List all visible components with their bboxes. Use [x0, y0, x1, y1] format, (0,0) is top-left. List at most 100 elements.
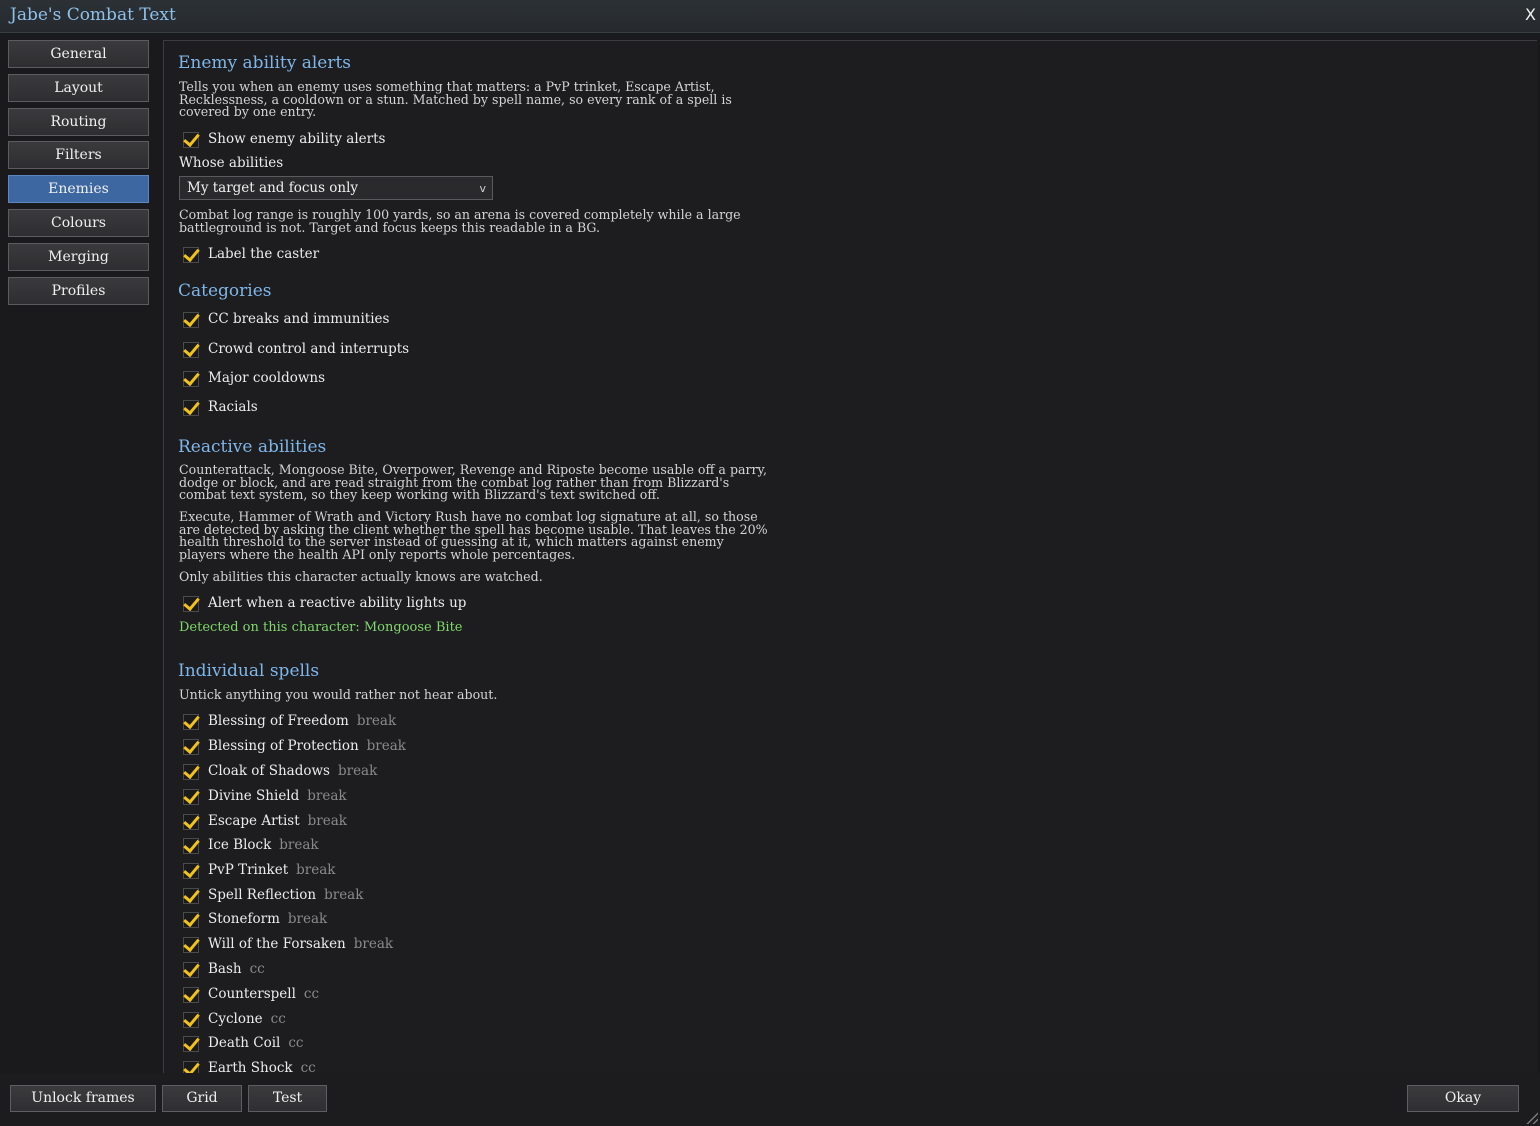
section-heading-categories: Categories — [178, 281, 272, 301]
checkbox[interactable] — [183, 593, 200, 612]
check-icon — [183, 909, 200, 928]
checkbox[interactable] — [183, 368, 200, 387]
section-heading-individual: Individual spells — [178, 661, 320, 681]
spell-name: Ice Block — [208, 837, 272, 853]
checkbox[interactable] — [183, 711, 200, 730]
checkbox-label: CC breaks and immunities — [208, 311, 390, 327]
spell-tag: break — [296, 862, 336, 878]
check-icon — [183, 786, 200, 805]
check-icon — [183, 244, 200, 263]
checkbox[interactable] — [183, 309, 200, 328]
spell-tag: break — [356, 713, 397, 729]
checkbox[interactable] — [183, 1033, 200, 1052]
checkbox-label: Crowd control and interrupts — [208, 341, 410, 357]
checkbox[interactable] — [183, 934, 200, 953]
checkbox[interactable] — [183, 984, 200, 1003]
whose-abilities-dropdown[interactable]: My target and focus only v — [179, 176, 493, 200]
check-icon — [183, 736, 200, 755]
spell-name: Divine Shield — [208, 788, 300, 804]
spell-tag: cc — [270, 1011, 286, 1027]
spell-name: Stoneform — [208, 911, 280, 927]
spell-tag: break — [287, 911, 328, 927]
sidebar-item-merging[interactable]: Merging — [8, 243, 149, 271]
check-icon — [183, 397, 200, 416]
checkbox[interactable] — [183, 244, 200, 263]
spell-tag: break — [353, 936, 394, 952]
check-icon — [183, 835, 200, 854]
spell-tag: cc — [288, 1035, 304, 1051]
sidebar-item-enemies[interactable]: Enemies — [8, 175, 149, 203]
spell-tag: break — [337, 763, 378, 779]
spell-tag: break — [307, 788, 347, 804]
reactive-para-2: Execute, Hammer of Wrath and Victory Rus… — [179, 509, 768, 562]
whose-abilities-label: Whose abilities — [179, 155, 284, 171]
grid-button[interactable]: Grid — [162, 1085, 242, 1112]
checkbox[interactable] — [183, 811, 200, 830]
sidebar: General Layout Routing Filters Enemies C… — [0, 33, 160, 1073]
checkbox[interactable] — [183, 959, 200, 978]
check-icon — [183, 934, 200, 953]
spell-name: Blessing of Protection — [208, 738, 359, 754]
checkbox[interactable] — [183, 885, 200, 904]
check-icon — [183, 860, 200, 879]
spell-name: Will of the Forsaken — [208, 936, 346, 952]
check-icon — [183, 1033, 200, 1052]
reactive-para-3: Only abilities this character actually k… — [179, 569, 543, 584]
spell-name: Spell Reflection — [208, 887, 317, 903]
checkbox-label: Major cooldowns — [208, 370, 326, 386]
checkbox-label: Alert when a reactive ability lights up — [208, 595, 467, 611]
checkbox-label: Show enemy ability alerts — [208, 131, 386, 147]
check-icon — [183, 711, 200, 730]
spell-name: Death Coil — [208, 1035, 281, 1051]
spell-name: Cyclone — [208, 1011, 263, 1027]
okay-button[interactable]: Okay — [1407, 1085, 1519, 1112]
spell-tag: break — [307, 813, 347, 829]
check-icon — [183, 309, 200, 328]
check-icon — [183, 811, 200, 830]
check-icon — [183, 885, 200, 904]
range-note: Combat log range is roughly 100 yards, s… — [179, 207, 741, 235]
resize-grip-icon[interactable] — [1526, 1112, 1538, 1124]
window-title: Jabe's Combat Text — [10, 5, 176, 25]
dropdown-value: My target and focus only — [187, 180, 359, 196]
checkbox[interactable] — [183, 339, 200, 358]
sidebar-item-filters[interactable]: Filters — [8, 141, 149, 169]
title-bar: Jabe's Combat Text X — [0, 0, 1540, 33]
checkbox-label: Racials — [208, 399, 258, 415]
spell-name: PvP Trinket — [208, 862, 289, 878]
reactive-para-1: Counterattack, Mongoose Bite, Overpower,… — [179, 462, 767, 502]
spell-tag: break — [366, 738, 406, 754]
sidebar-item-colours[interactable]: Colours — [8, 209, 149, 237]
checkbox[interactable] — [183, 736, 200, 755]
spell-name: Escape Artist — [208, 813, 300, 829]
spell-tag: break — [279, 837, 319, 853]
checkbox[interactable] — [183, 1009, 200, 1028]
test-button[interactable]: Test — [248, 1085, 327, 1112]
unlock-frames-button[interactable]: Unlock frames — [10, 1085, 156, 1112]
enemy-alerts-description: Tells you when an enemy uses something t… — [179, 79, 732, 119]
sidebar-item-general[interactable]: General — [8, 40, 149, 68]
checkbox[interactable] — [183, 397, 200, 416]
sidebar-item-routing[interactable]: Routing — [8, 108, 149, 136]
checkbox[interactable] — [183, 909, 200, 928]
spell-tag: cc — [303, 986, 320, 1002]
spell-name: Bash — [208, 961, 242, 977]
checkbox[interactable] — [183, 835, 200, 854]
check-icon — [183, 984, 200, 1003]
sidebar-item-layout[interactable]: Layout — [8, 74, 149, 102]
checkbox[interactable] — [183, 860, 200, 879]
individual-hint: Untick anything you would rather not hea… — [179, 687, 498, 702]
checkbox[interactable] — [183, 129, 200, 148]
check-icon — [183, 129, 200, 148]
checkbox[interactable] — [183, 761, 200, 780]
spell-name: Cloak of Shadows — [208, 763, 330, 779]
detected-abilities-text: Detected on this character: Mongoose Bit… — [179, 620, 463, 635]
section-heading-reactive: Reactive abilities — [178, 437, 327, 457]
check-icon — [183, 339, 200, 358]
chevron-down-icon: v — [479, 182, 486, 195]
section-heading-enemy-alerts: Enemy ability alerts — [178, 53, 352, 73]
checkbox[interactable] — [183, 786, 200, 805]
spell-name: Counterspell — [208, 986, 296, 1002]
sidebar-item-profiles[interactable]: Profiles — [8, 277, 149, 305]
close-icon[interactable]: X — [1525, 5, 1536, 24]
